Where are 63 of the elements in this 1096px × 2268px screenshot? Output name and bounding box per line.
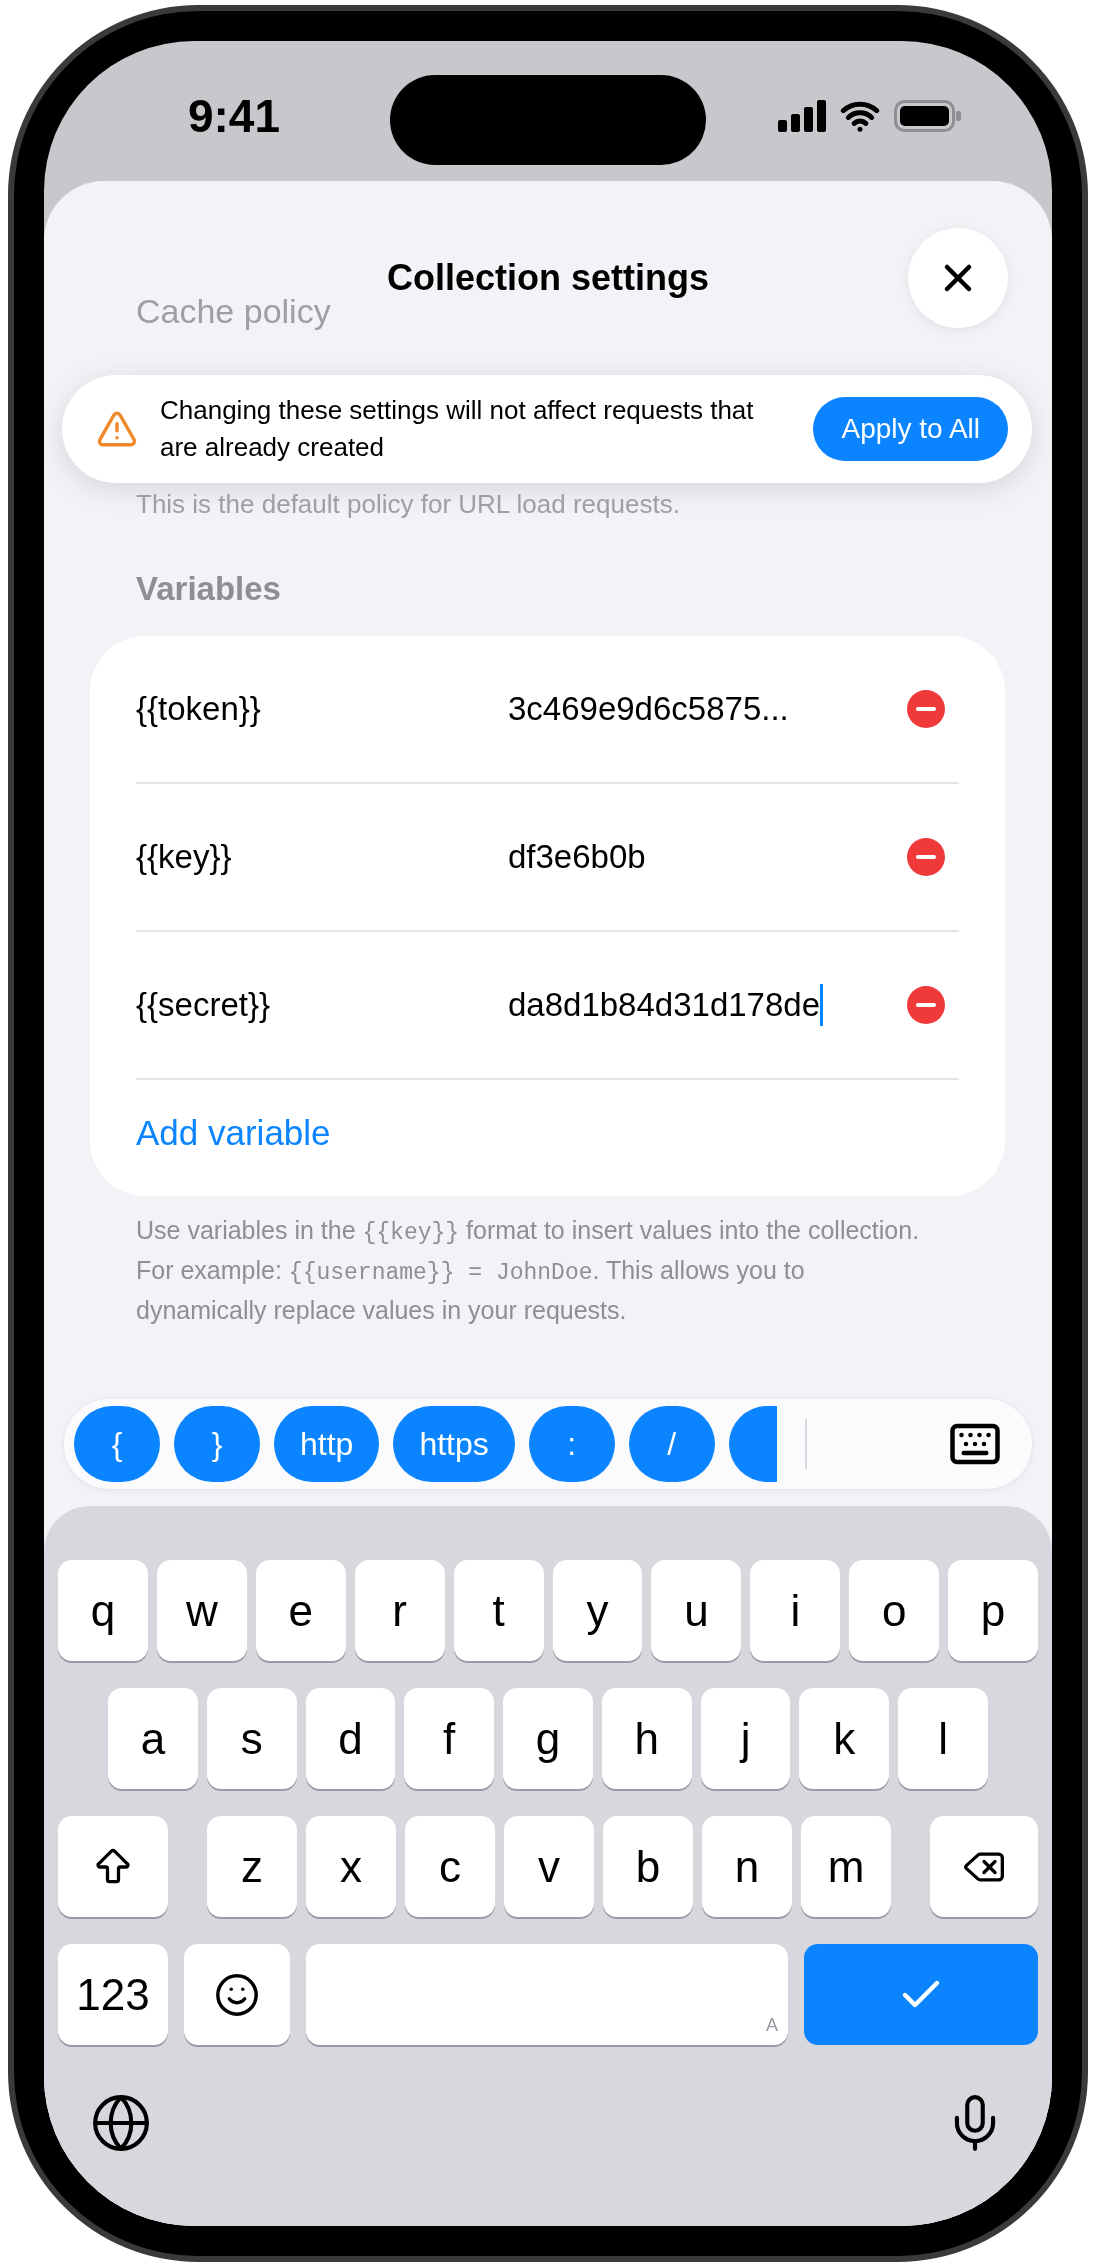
insert-chip[interactable]: } — [174, 1406, 260, 1482]
delete-key[interactable] — [930, 1816, 1038, 1917]
numbers-key[interactable]: 123 — [58, 1944, 168, 2045]
globe-icon[interactable] — [90, 2092, 152, 2154]
letter-key[interactable]: i — [750, 1560, 841, 1661]
letter-key[interactable]: q — [58, 1560, 148, 1661]
letter-key[interactable]: r — [354, 1560, 445, 1661]
letter-key[interactable]: v — [504, 1816, 594, 1917]
letter-key[interactable]: x — [306, 1816, 396, 1917]
status-time: 9:41 — [186, 88, 282, 144]
letter-key[interactable]: a — [108, 1688, 198, 1789]
letter-key[interactable]: s — [206, 1688, 297, 1789]
variable-name: {{secret}} — [136, 984, 271, 1025]
letter-key[interactable]: m — [801, 1816, 891, 1917]
smiley-icon — [214, 1971, 260, 2018]
blurred-section-label: Cache policy — [136, 291, 331, 332]
remove-button[interactable] — [907, 837, 945, 876]
variable-value-field[interactable]: da8d1b84d31d178de — [508, 979, 838, 1030]
minus-icon — [916, 854, 936, 859]
letter-key[interactable]: e — [255, 1560, 346, 1661]
insert-chip[interactable]: / — [628, 1406, 715, 1482]
letter-key[interactable]: h — [601, 1688, 692, 1789]
insert-chip[interactable]: http — [274, 1406, 380, 1482]
apply-to-all-button[interactable]: Apply to All — [813, 397, 1008, 461]
insert-chip[interactable]: https — [393, 1406, 515, 1482]
letter-key[interactable]: c — [405, 1816, 495, 1917]
warning-message: Changing these settings will not affect requests that are already created — [160, 394, 755, 464]
minus-icon — [916, 706, 936, 711]
sheet-title: Collection settings — [387, 256, 709, 300]
variable-value-field[interactable]: 3c469e9d6c5875... — [508, 683, 838, 734]
letter-key[interactable]: f — [404, 1688, 495, 1789]
battery-icon — [894, 100, 962, 132]
emoji-key[interactable] — [184, 1944, 290, 2045]
letter-key[interactable]: g — [503, 1688, 593, 1789]
letter-key[interactable]: y — [552, 1560, 643, 1661]
letter-key[interactable]: u — [651, 1560, 742, 1661]
add-variable-link[interactable]: Add variable — [136, 1079, 959, 1196]
insert-chip[interactable]: : — [528, 1406, 615, 1482]
text-cursor — [820, 983, 823, 1026]
signal-icon — [778, 100, 826, 132]
minus-icon — [916, 1002, 936, 1007]
variable-name: {{token}} — [136, 688, 262, 729]
letter-key[interactable]: w — [156, 1560, 247, 1661]
variables-help-text: Use variables in the {{key}} format to insert values into the collection. For example: {{username}} = JohnDoe. This allows you to dynamically replace values in your requests. — [135, 1214, 921, 1326]
letter-key[interactable]: t — [453, 1560, 544, 1661]
letter-key[interactable]: b — [603, 1816, 693, 1917]
remove-button[interactable] — [907, 689, 945, 728]
letter-key[interactable]: d — [305, 1688, 396, 1789]
letter-key[interactable]: o — [849, 1560, 940, 1661]
letter-key[interactable]: p — [948, 1560, 1039, 1661]
letter-key[interactable]: j — [700, 1688, 791, 1789]
letter-key[interactable]: n — [702, 1816, 792, 1917]
variable-value-field[interactable]: df3e6b0b — [508, 831, 838, 882]
variable-name: {{key}} — [136, 836, 233, 877]
letter-key[interactable]: z — [207, 1816, 297, 1917]
letter-key[interactable]: k — [799, 1688, 890, 1789]
insert-chip[interactable]: { — [74, 1406, 160, 1482]
variables-header: Variables — [135, 569, 282, 609]
remove-button[interactable] — [907, 985, 945, 1024]
letter-key[interactable]: l — [898, 1688, 989, 1789]
shift-key[interactable] — [58, 1816, 168, 1917]
partial-chip[interactable] — [728, 1406, 777, 1482]
policy-note: This is the default policy for URL load requests. — [135, 488, 681, 521]
